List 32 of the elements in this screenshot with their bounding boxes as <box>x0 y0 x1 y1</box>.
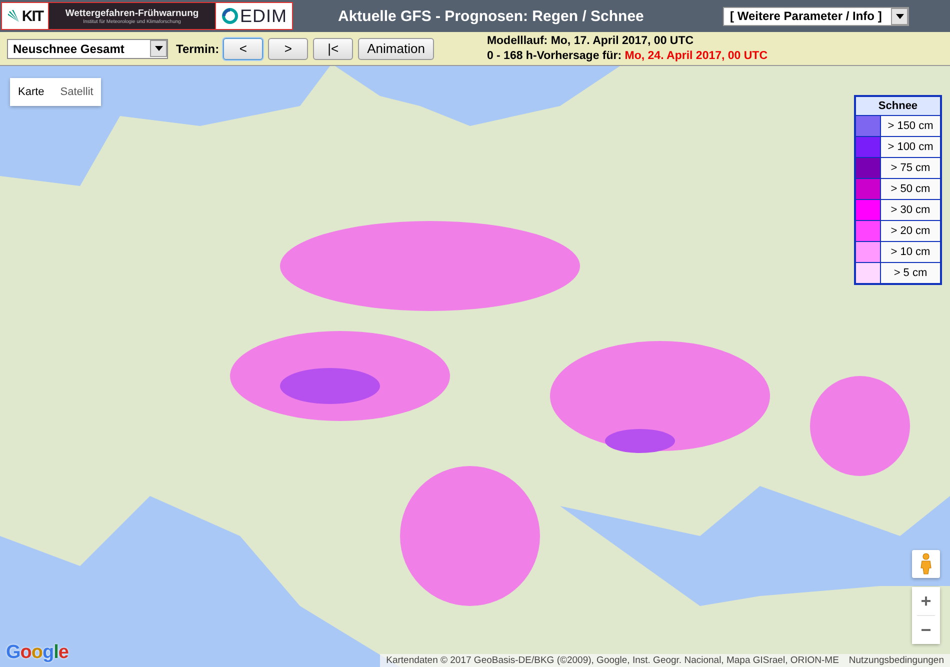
animation-button[interactable]: Animation <box>358 38 434 60</box>
forecast-label: 0 - 168 h-Vorhersage für: <box>486 50 622 62</box>
dropdown-caret-icon[interactable] <box>891 8 908 24</box>
legend-label: > 150 cm <box>881 116 940 136</box>
terms-link[interactable]: Nutzungsbedingungen <box>848 655 944 666</box>
person-icon[interactable] <box>912 550 940 578</box>
legend-label: > 50 cm <box>881 179 940 199</box>
step-button[interactable]: |< <box>313 38 354 60</box>
cedim-logo: EDIM <box>216 2 293 30</box>
legend-label: > 75 cm <box>881 158 940 178</box>
termin-label: Termin: <box>176 42 220 56</box>
model-run-text: Modelllauf: Mo, 17. April 2017, 00 UTC <box>486 34 695 48</box>
zoom-out-button[interactable]: − <box>912 616 940 644</box>
step-button[interactable]: < <box>223 38 264 60</box>
map-type-tab[interactable]: Satellit <box>52 78 102 106</box>
google-logo: Google <box>6 642 68 664</box>
legend-label: > 100 cm <box>881 137 940 157</box>
legend-title: Schnee <box>856 97 940 115</box>
forecast-date: Mo, 24. April 2017, 00 UTC <box>624 50 768 62</box>
legend-label: > 20 cm <box>881 221 940 241</box>
kit-logo: KIT <box>1 2 49 30</box>
step-button[interactable]: > <box>268 38 308 60</box>
legend-label: > 30 cm <box>881 200 940 220</box>
legend-label: > 5 cm <box>881 263 940 283</box>
page-title: Aktuelle GFS - Prognosen: Regen / Schnee <box>338 8 644 24</box>
legend-label: > 10 cm <box>881 242 940 262</box>
parameter-dropdown[interactable]: [ Weitere Parameter / Info ] <box>723 6 909 26</box>
dropdown-caret-icon[interactable] <box>150 40 167 57</box>
map-type-tab[interactable]: Karte <box>10 78 52 106</box>
map-attribution: Kartendaten © 2017 GeoBasis-DE/BKG (©2009), Google, Inst. Geogr. Nacional, Mapa GISrael, ORION-ME <box>386 655 839 666</box>
zoom-in-button[interactable]: + <box>912 587 940 615</box>
product-dropdown[interactable]: Neuschnee Gesamt <box>7 38 168 58</box>
